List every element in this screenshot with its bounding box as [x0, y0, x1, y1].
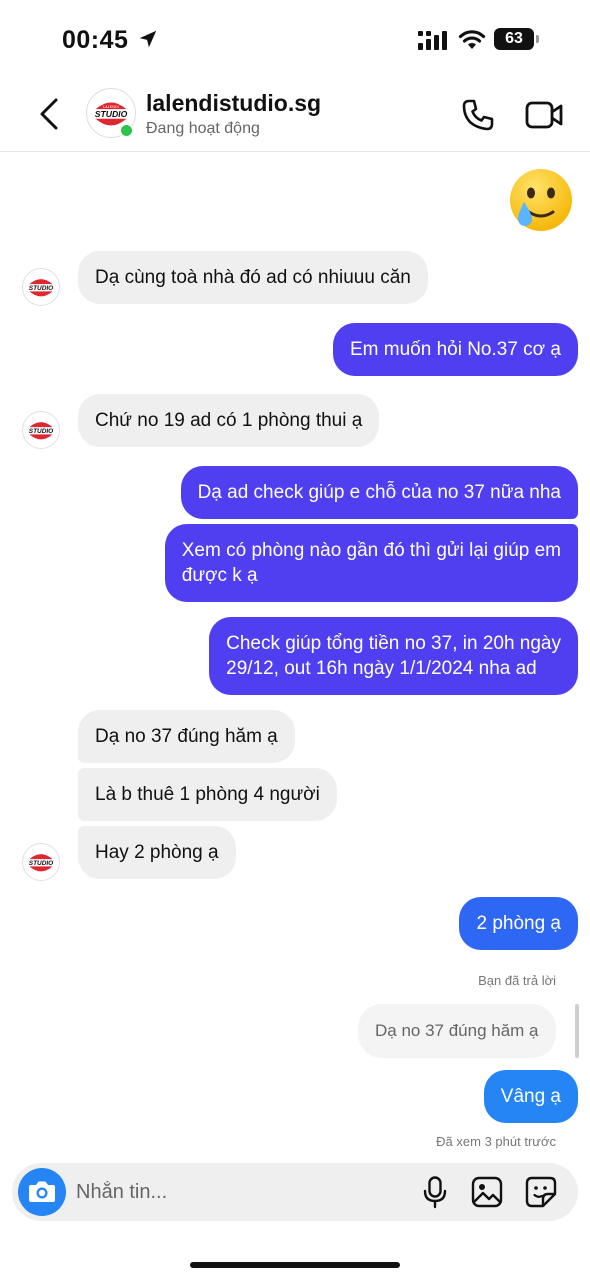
sender-avatar[interactable]: STUDIO [22, 411, 60, 449]
incoming-message[interactable]: Hay 2 phòng ạ [78, 826, 236, 879]
home-indicator [190, 1262, 400, 1268]
message-composer [12, 1163, 578, 1221]
contact-name[interactable]: lalendistudio.sg [146, 90, 321, 117]
svg-text:STUDIO: STUDIO [29, 860, 53, 867]
sticker-icon[interactable] [524, 1175, 558, 1209]
wifi-icon [458, 30, 486, 49]
sender-avatar[interactable]: STUDIO [22, 843, 60, 881]
back-arrow-icon[interactable] [36, 96, 62, 132]
message-line: Xem có phòng nào gần đó thì gửi lại giúp… [181, 540, 561, 561]
message-input[interactable] [76, 1175, 396, 1209]
outgoing-message[interactable]: Vâng ạ [483, 1070, 578, 1123]
seen-status: Đã xem 3 phút trước [436, 1134, 556, 1149]
video-call-icon[interactable] [524, 97, 564, 133]
studio-logo-icon: STUDIO [29, 279, 53, 297]
crying-smile-emoji-icon[interactable] [507, 168, 575, 234]
incoming-message[interactable]: Chứ no 19 ad có 1 phòng thui ạ [78, 394, 380, 447]
status-bar: 00:45 63 [0, 0, 590, 80]
camera-icon [29, 1181, 55, 1202]
outgoing-message[interactable]: Dạ ad check giúp e chỗ của no 37 nữa nha [180, 466, 578, 519]
chat-header: LALENDI STUDIO lalendistudio.sg Đang hoạ… [0, 80, 590, 152]
studio-logo-icon: STUDIO [29, 854, 53, 872]
gallery-icon[interactable] [470, 1175, 504, 1209]
message-line: Check giúp tổng tiền no 37, in 20h ngày [226, 633, 561, 654]
quoted-message[interactable]: Dạ no 37 đúng hăm ạ [358, 1004, 556, 1058]
battery-tip [536, 35, 539, 43]
sender-avatar[interactable]: STUDIO [22, 268, 60, 306]
contact-status: Đang hoạt động [146, 120, 260, 137]
incoming-message[interactable]: Là b thuê 1 phòng 4 người [78, 768, 337, 821]
svg-text:STUDIO: STUDIO [95, 109, 128, 119]
phone-call-icon[interactable] [460, 97, 496, 133]
reply-indicator-bar [575, 1004, 579, 1058]
incoming-message[interactable]: Dạ cùng toà nhà đó ad có nhiuuu căn [78, 251, 428, 304]
status-time: 00:45 [62, 26, 129, 54]
microphone-icon[interactable] [418, 1175, 452, 1209]
battery-indicator: 63 [494, 28, 534, 50]
outgoing-message[interactable]: Xem có phòng nào gần đó thì gửi lại giúp… [164, 524, 578, 602]
camera-button[interactable] [18, 1168, 66, 1216]
reply-label: Bạn đã trả lời [478, 973, 556, 988]
svg-text:STUDIO: STUDIO [29, 428, 53, 435]
incoming-message[interactable]: Dạ no 37 đúng hăm ạ [78, 710, 295, 763]
message-line: 29/12, out 16h ngày 1/1/2024 nha ad [226, 658, 537, 679]
cellular-signal-icon [418, 31, 447, 50]
outgoing-message[interactable]: 2 phòng ạ [459, 897, 578, 950]
svg-text:STUDIO: STUDIO [29, 285, 53, 292]
message-line: được k ạ [181, 565, 258, 586]
outgoing-message[interactable]: Em muốn hỏi No.37 cơ ạ [332, 323, 578, 376]
studio-logo-icon: STUDIO [29, 422, 53, 440]
location-arrow-icon [139, 30, 157, 48]
online-status-dot [119, 123, 134, 138]
outgoing-message[interactable]: Check giúp tổng tiền no 37, in 20h ngày … [209, 617, 578, 695]
